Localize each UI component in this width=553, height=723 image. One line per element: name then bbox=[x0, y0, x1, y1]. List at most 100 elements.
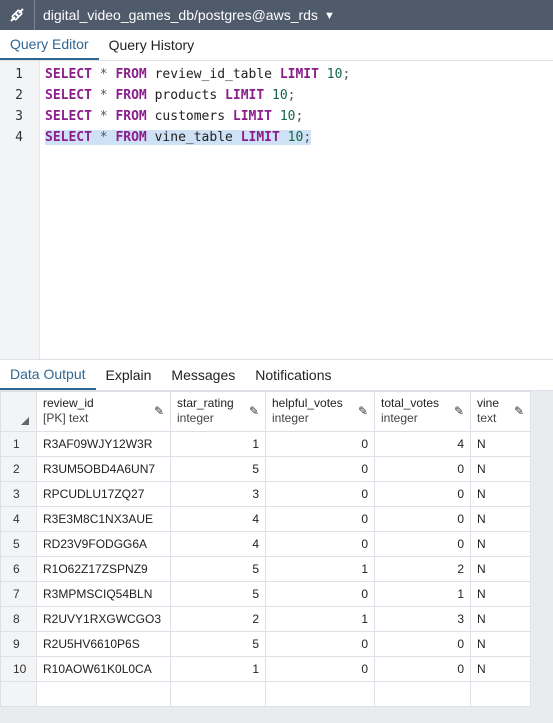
cell-helpful-votes[interactable]: 0 bbox=[265, 456, 375, 482]
table-row[interactable]: 8 R2UVY1RXGWCGO3 2 1 3 N bbox=[0, 606, 531, 632]
code-line[interactable]: SELECT * FROM review_id_table LIMIT 10; bbox=[41, 64, 553, 85]
code-line[interactable]: SELECT * FROM customers LIMIT 10; bbox=[41, 106, 553, 127]
cell-helpful-votes[interactable]: 0 bbox=[265, 581, 375, 607]
cell-star-rating[interactable]: 5 bbox=[170, 631, 266, 657]
cell-vine[interactable]: N bbox=[470, 656, 531, 682]
column-name: review_id bbox=[43, 396, 94, 410]
tab-query-editor[interactable]: Query Editor bbox=[0, 29, 99, 60]
cell-helpful-votes[interactable]: 1 bbox=[265, 556, 375, 582]
cell-star-rating[interactable]: 1 bbox=[170, 431, 266, 457]
table-row[interactable]: 4 R3E3M8C1NX3AUE 4 0 0 N bbox=[0, 506, 531, 532]
cell-total-votes[interactable]: 1 bbox=[374, 581, 471, 607]
cell-review-id[interactable]: R3AF09WJY12W3R bbox=[36, 431, 171, 457]
table-row[interactable]: 5 RD23V9FODGG6A 4 0 0 N bbox=[0, 531, 531, 557]
cell-star-rating[interactable]: 3 bbox=[170, 481, 266, 507]
row-number[interactable]: 10 bbox=[0, 656, 37, 682]
cell-review-id[interactable]: RPCUDLU17ZQ27 bbox=[36, 481, 171, 507]
pencil-icon[interactable]: ✎ bbox=[358, 404, 368, 418]
cell-star-rating[interactable]: 4 bbox=[170, 531, 266, 557]
row-number[interactable]: 6 bbox=[0, 556, 37, 582]
cell-star-rating[interactable]: 1 bbox=[170, 656, 266, 682]
cell-vine[interactable]: N bbox=[470, 431, 531, 457]
tab-data-output[interactable]: Data Output bbox=[0, 360, 96, 390]
cell-total-votes[interactable]: 0 bbox=[374, 456, 471, 482]
connection-selector[interactable]: digital_video_games_db/postgres@aws_rds … bbox=[35, 7, 335, 23]
connection-bar: digital_video_games_db/postgres@aws_rds … bbox=[0, 0, 553, 30]
cell-total-votes[interactable]: 4 bbox=[374, 431, 471, 457]
cell-total-votes[interactable]: 0 bbox=[374, 481, 471, 507]
cell-review-id[interactable]: R2UVY1RXGWCGO3 bbox=[36, 606, 171, 632]
cell-review-id[interactable]: R10AOW61K0L0CA bbox=[36, 656, 171, 682]
cell-total-votes[interactable]: 0 bbox=[374, 656, 471, 682]
row-number[interactable]: 2 bbox=[0, 456, 37, 482]
row-number[interactable]: 7 bbox=[0, 581, 37, 607]
table-row[interactable]: 1 R3AF09WJY12W3R 1 0 4 N bbox=[0, 431, 531, 457]
pencil-icon[interactable]: ✎ bbox=[249, 404, 259, 418]
column-header-star-rating[interactable]: star_rating integer ✎ bbox=[170, 391, 266, 432]
cell-star-rating[interactable]: 2 bbox=[170, 606, 266, 632]
tab-notifications[interactable]: Notifications bbox=[245, 360, 341, 390]
column-header-helpful-votes[interactable]: helpful_votes integer ✎ bbox=[265, 391, 375, 432]
tab-query-history[interactable]: Query History bbox=[99, 29, 205, 60]
cell-total-votes[interactable]: 0 bbox=[374, 631, 471, 657]
row-number[interactable]: 9 bbox=[0, 631, 37, 657]
semicolon: ; bbox=[342, 67, 351, 82]
row-number[interactable]: 4 bbox=[0, 506, 37, 532]
table-row[interactable]: 10 R10AOW61K0L0CA 1 0 0 N bbox=[0, 656, 531, 682]
cell-star-rating[interactable]: 5 bbox=[170, 556, 266, 582]
row-number[interactable]: 3 bbox=[0, 481, 37, 507]
cell-vine[interactable]: N bbox=[470, 556, 531, 582]
select-all-corner[interactable] bbox=[0, 391, 37, 432]
cell-helpful-votes[interactable]: 0 bbox=[265, 656, 375, 682]
pencil-icon[interactable]: ✎ bbox=[514, 404, 524, 418]
cell-star-rating[interactable]: 4 bbox=[170, 506, 266, 532]
sql-editor[interactable]: 1 2 3 4 SELECT * FROM review_id_table LI… bbox=[0, 61, 553, 359]
cell-helpful-votes[interactable]: 0 bbox=[265, 431, 375, 457]
cell-helpful-votes[interactable]: 0 bbox=[265, 631, 375, 657]
column-header-review-id[interactable]: review_id [PK] text ✎ bbox=[36, 391, 171, 432]
code-area[interactable]: SELECT * FROM review_id_table LIMIT 10; … bbox=[41, 64, 553, 148]
cell-vine[interactable]: N bbox=[470, 456, 531, 482]
cell-review-id[interactable]: R3UM5OBD4A6UN7 bbox=[36, 456, 171, 482]
cell-vine[interactable]: N bbox=[470, 531, 531, 557]
cell-review-id[interactable]: R3E3M8C1NX3AUE bbox=[36, 506, 171, 532]
cell-vine[interactable]: N bbox=[470, 481, 531, 507]
table-row[interactable]: 6 R1O62Z17ZSPNZ9 5 1 2 N bbox=[0, 556, 531, 582]
cell-helpful-votes[interactable]: 0 bbox=[265, 481, 375, 507]
row-number[interactable]: 5 bbox=[0, 531, 37, 557]
table-row[interactable]: 2 R3UM5OBD4A6UN7 5 0 0 N bbox=[0, 456, 531, 482]
cell-total-votes[interactable]: 2 bbox=[374, 556, 471, 582]
cell-helpful-votes[interactable]: 0 bbox=[265, 506, 375, 532]
cell-total-votes[interactable]: 3 bbox=[374, 606, 471, 632]
cell-helpful-votes[interactable]: 1 bbox=[265, 606, 375, 632]
column-header-vine[interactable]: vine text ✎ bbox=[470, 391, 531, 432]
column-header-total-votes[interactable]: total_votes integer ✎ bbox=[374, 391, 471, 432]
cell-review-id[interactable]: RD23V9FODGG6A bbox=[36, 531, 171, 557]
table-row[interactable]: 7 R3MPMSCIQ54BLN 5 0 1 N bbox=[0, 581, 531, 607]
cell-review-id[interactable]: R1O62Z17ZSPNZ9 bbox=[36, 556, 171, 582]
cell-total-votes[interactable]: 0 bbox=[374, 506, 471, 532]
cell-helpful-votes[interactable]: 0 bbox=[265, 531, 375, 557]
tab-messages[interactable]: Messages bbox=[161, 360, 245, 390]
cell-star-rating[interactable]: 5 bbox=[170, 581, 266, 607]
cell-review-id[interactable]: R3MPMSCIQ54BLN bbox=[36, 581, 171, 607]
table-row[interactable]: 9 R2U5HV6610P6S 5 0 0 N bbox=[0, 631, 531, 657]
semicolon: ; bbox=[295, 109, 304, 124]
cell-vine[interactable]: N bbox=[470, 606, 531, 632]
pencil-icon[interactable]: ✎ bbox=[454, 404, 464, 418]
tab-explain[interactable]: Explain bbox=[96, 360, 162, 390]
cell-vine[interactable]: N bbox=[470, 581, 531, 607]
row-number[interactable]: 1 bbox=[0, 431, 37, 457]
keyword-from: FROM bbox=[115, 88, 147, 103]
pencil-icon[interactable]: ✎ bbox=[154, 404, 164, 418]
code-line[interactable]: SELECT * FROM products LIMIT 10; bbox=[41, 85, 553, 106]
cell-review-id[interactable]: R2U5HV6610P6S bbox=[36, 631, 171, 657]
cell-vine[interactable]: N bbox=[470, 631, 531, 657]
row-number[interactable]: 8 bbox=[0, 606, 37, 632]
cell-total-votes[interactable]: 0 bbox=[374, 531, 471, 557]
code-line-selected[interactable]: SELECT * FROM vine_table LIMIT 10; bbox=[41, 127, 553, 148]
connection-icon[interactable] bbox=[0, 0, 34, 30]
cell-vine[interactable]: N bbox=[470, 506, 531, 532]
cell-star-rating[interactable]: 5 bbox=[170, 456, 266, 482]
table-row[interactable]: 3 RPCUDLU17ZQ27 3 0 0 N bbox=[0, 481, 531, 507]
